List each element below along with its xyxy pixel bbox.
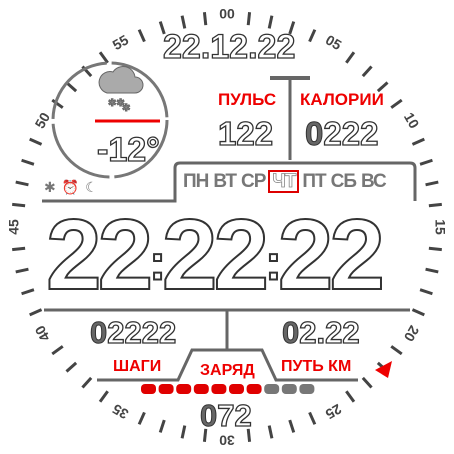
dial-tick [419,158,433,166]
dial-tick [390,98,403,109]
battery-segment [176,384,192,394]
dial-tick [202,12,208,26]
dial-tick [267,425,274,439]
battery-segment [211,384,227,394]
dial-tick [12,246,26,252]
dial-tick [390,345,403,356]
dial-tick [246,12,252,26]
dial-tick [137,29,146,43]
dial-tick [308,29,317,43]
dial-tick [361,376,373,389]
svg-text:✱: ✱ [122,103,130,114]
pulse-label: ПУЛЬС [218,90,277,109]
battery-segment [299,384,315,394]
dial-tick [98,51,109,64]
battery-segment [141,384,156,394]
battery-segment [193,384,209,394]
battery-segment [281,384,297,394]
dial-tick [29,137,43,146]
date: 22.12.22 [162,28,296,66]
battery-segment [264,384,280,394]
weekday-3: ЧТ [268,170,300,193]
weekday-6: ВС [361,171,387,192]
hours: 22 [45,199,154,311]
distance-label: ПУТЬ КМ [281,358,352,375]
status-icons: ✱ ⏰ ☾ [44,180,98,194]
battery-segment [246,384,262,394]
dial-tick [419,288,433,296]
temperature: -12° [96,131,160,169]
seconds: 22 [277,199,386,311]
dial-label: 35 [109,401,131,423]
dial-label: 45 [6,219,22,235]
calories-value: 0222 [304,115,379,152]
moon-icon: ☾ [85,179,98,195]
battery-bar [141,384,315,394]
dial-tick [425,180,439,187]
pulse-value: 122 [217,115,274,152]
dial-label: 40 [31,323,53,345]
dial-label: 25 [323,401,345,423]
bluetooth-icon: ✱ [44,179,56,195]
dial-tick [81,376,93,389]
weekday-row: ПН ВТ СР ЧТ ПТ СБ ВС [183,170,387,193]
dial-tick [15,267,29,274]
alarm-icon: ⏰ [61,179,80,195]
dial-tick [65,361,78,373]
weekday-2: СР [241,171,266,192]
dial-tick [411,137,425,146]
weekday-0: ПН [183,171,209,192]
dial-tick [428,246,442,252]
dial-tick [12,202,26,208]
dial-tick [428,202,442,208]
dial-tick [288,419,296,433]
dial-label: 50 [31,109,53,131]
dial-tick [21,158,35,166]
distance-value: 02.22 [281,315,360,350]
dial-label: 10 [401,110,423,132]
dial-tick [361,65,373,78]
dial-tick [51,345,64,356]
steps-label: ШАГИ [113,358,162,375]
snow-cloud-icon: ✱✱✱ [98,66,144,115]
dial-tick [345,390,356,403]
minutes: 22 [161,199,270,311]
weekday-4: ПТ [302,171,326,192]
calories-label: КАЛОРИИ [300,90,384,109]
weekday-1: ВТ [213,171,237,192]
battery-segment [158,384,174,394]
dial-tick [308,411,317,425]
dial-label: 00 [219,6,235,22]
dial-tick [345,51,356,64]
dial-tick [15,180,29,187]
battery-value: 072 [199,398,252,433]
dial-label: 30 [219,432,235,448]
steps-value: 02222 [89,315,177,350]
dial-tick [158,419,166,433]
weekday-5: СБ [330,171,357,192]
dial-tick [180,15,187,29]
dial-tick [137,411,146,425]
dial-tick [98,390,109,403]
dial-label: 15 [432,219,448,235]
battery-segment [229,384,244,394]
dial-tick [267,15,274,29]
dial-tick [411,308,425,317]
dial-tick [180,425,187,439]
dial-label: 05 [323,31,345,53]
dial-tick [29,308,43,317]
dial-tick [425,267,439,274]
time-display: 22:22:22 [45,199,386,311]
dial-label: 55 [110,31,132,53]
dial-label: 20 [401,323,423,345]
dial-tick [21,288,35,296]
battery-label: ЗАРЯД [200,362,255,379]
